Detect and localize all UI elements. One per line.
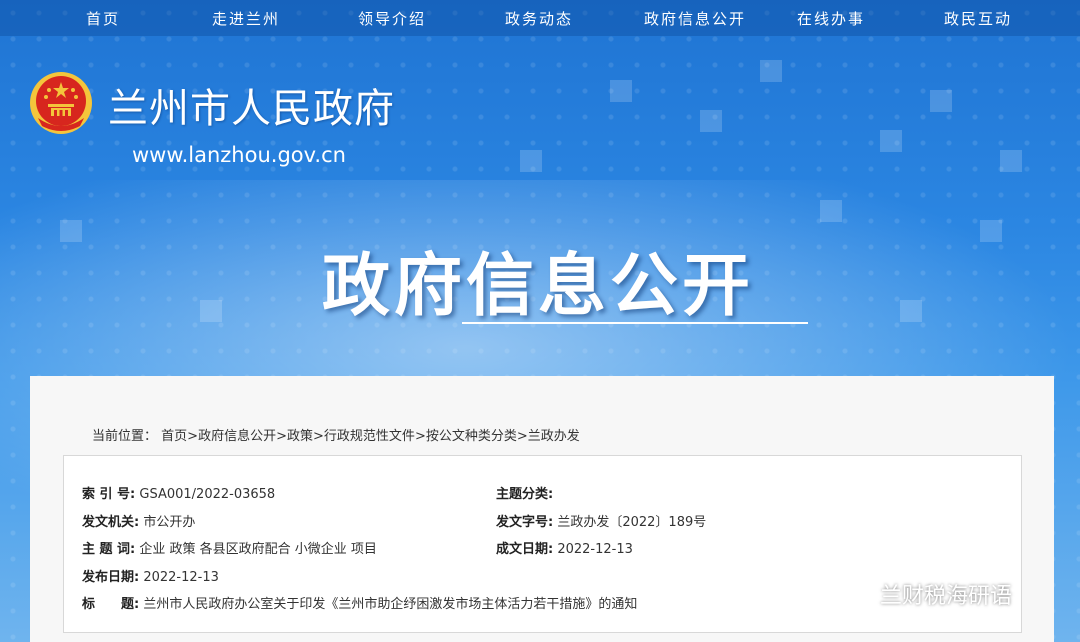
- title-row: 标 题: 兰州市人民政府办公室关于印发《兰州市助企纾困激发市场主体活力若干措施》…: [82, 593, 637, 612]
- doc-number-row: 发文字号: 兰政办发〔2022〕189号: [496, 511, 706, 530]
- section-title: 政府信息公开: [322, 247, 755, 326]
- site-title[interactable]: 兰州市人民政府: [108, 76, 395, 134]
- topic-category-label: 主题分类:: [496, 487, 554, 502]
- doc-number-label: 发文字号:: [496, 515, 554, 530]
- breadcrumb-item-normative-docs[interactable]: 行政规范性文件: [324, 429, 415, 444]
- doc-number-value: 兰政办发〔2022〕189号: [557, 515, 707, 530]
- keywords-value: 企业 政策 各县区政府配合 小微企业 项目: [139, 542, 377, 557]
- breadcrumb-prefix: 当前位置：: [92, 429, 158, 444]
- wechat-watermark: 兰财税海研语: [838, 578, 1012, 610]
- nav-item-home[interactable]: 首页: [86, 8, 120, 29]
- index-number-label: 索 引 号:: [82, 487, 136, 502]
- issuer-row: 发文机关: 市公开办: [82, 511, 195, 530]
- national-emblem-icon: [30, 72, 92, 134]
- breadcrumb-separator: >: [313, 429, 324, 444]
- nav-item-news[interactable]: 政务动态: [505, 8, 573, 29]
- published-date-label: 发布日期:: [82, 570, 140, 585]
- breadcrumb-separator: >: [187, 429, 199, 444]
- breadcrumb-separator: >: [516, 429, 528, 444]
- top-nav: 首页 走进兰州 领导介绍 政务动态 政府信息公开 在线办事 政民互动: [0, 0, 1080, 36]
- breadcrumb-item-lanzhengbanfa[interactable]: 兰政办发: [528, 429, 580, 444]
- published-date-value: 2022-12-13: [143, 570, 219, 585]
- title-label: 标 题:: [82, 597, 140, 612]
- created-date-label: 成文日期:: [496, 542, 554, 557]
- nav-item-leaders[interactable]: 领导介绍: [358, 8, 426, 29]
- index-number-value: GSA001/2022-03658: [139, 487, 276, 502]
- nav-item-info-disclosure[interactable]: 政府信息公开: [644, 8, 746, 29]
- site-url[interactable]: www.lanzhou.gov.cn: [132, 143, 346, 167]
- nav-item-about[interactable]: 走进兰州: [212, 8, 280, 29]
- issuer-label: 发文机关:: [82, 515, 140, 530]
- breadcrumb: 当前位置： 首页>政府信息公开>政策>行政规范性文件>按公文种类分类>兰政办发: [92, 425, 580, 444]
- created-date-row: 成文日期: 2022-12-13: [496, 538, 633, 557]
- topic-category-row: 主题分类:: [496, 483, 553, 502]
- keywords-row: 主 题 词: 企业 政策 各县区政府配合 小微企业 项目: [82, 538, 377, 557]
- watermark-text: 兰财税海研语: [880, 584, 1013, 609]
- index-number-row: 索 引 号: GSA001/2022-03658: [82, 483, 275, 502]
- breadcrumb-item-info-disclosure[interactable]: 政府信息公开: [198, 429, 276, 444]
- section-title-underline: [462, 322, 808, 324]
- nav-item-interaction[interactable]: 政民互动: [944, 8, 1012, 29]
- title-value: 兰州市人民政府办公室关于印发《兰州市助企纾困激发市场主体活力若干措施》的通知: [143, 597, 638, 612]
- breadcrumb-separator: >: [414, 429, 426, 444]
- wechat-icon: [839, 582, 871, 606]
- breadcrumb-item-policy[interactable]: 政策: [287, 429, 313, 444]
- created-date-value: 2022-12-13: [557, 542, 633, 557]
- issuer-value: 市公开办: [143, 515, 196, 530]
- breadcrumb-item-home[interactable]: 首页: [161, 429, 187, 444]
- keywords-label: 主 题 词:: [82, 542, 136, 557]
- breadcrumb-item-by-doc-type[interactable]: 按公文种类分类: [426, 429, 517, 444]
- breadcrumb-separator: >: [276, 429, 287, 444]
- published-date-row: 发布日期: 2022-12-13: [82, 566, 219, 585]
- nav-item-online-services[interactable]: 在线办事: [797, 8, 865, 29]
